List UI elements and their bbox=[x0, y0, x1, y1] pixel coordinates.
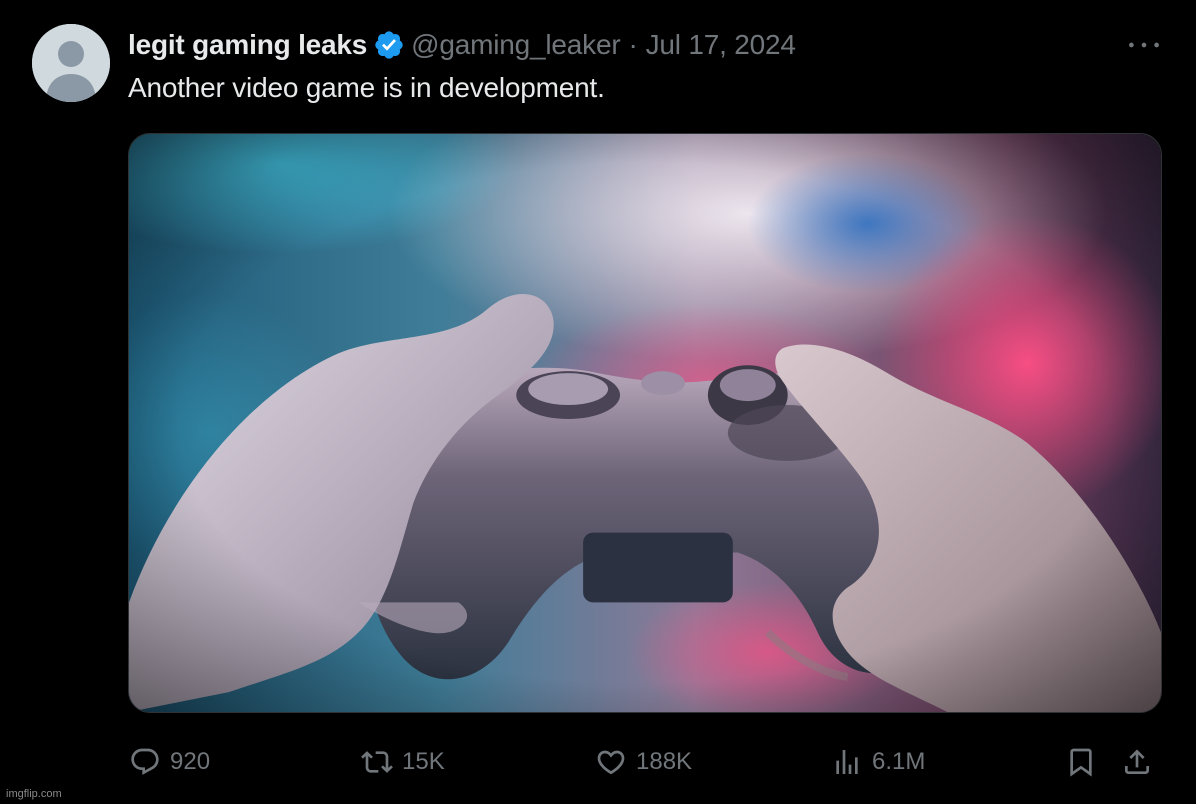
controller-photo bbox=[129, 134, 1161, 712]
like-count: 188K bbox=[636, 748, 693, 775]
default-avatar-icon bbox=[32, 24, 110, 102]
views-button[interactable]: 6.1M bbox=[830, 740, 925, 784]
separator-dot: · bbox=[628, 29, 638, 60]
tweet-media[interactable] bbox=[128, 133, 1162, 713]
bookmark-icon bbox=[1064, 745, 1098, 779]
reply-button[interactable]: 920 bbox=[128, 740, 210, 784]
tweet-date[interactable]: Jul 17, 2024 bbox=[646, 29, 796, 61]
action-bar: 920 15K 188K 6.1M bbox=[128, 740, 1168, 784]
tweet-header: legit gaming leaks @gaming_leaker · Jul … bbox=[128, 27, 796, 63]
reply-icon bbox=[128, 745, 162, 779]
author-handle[interactable]: @gaming_leaker bbox=[411, 29, 620, 61]
retweet-count: 15K bbox=[402, 748, 445, 775]
share-button[interactable] bbox=[1120, 740, 1154, 784]
views-count: 6.1M bbox=[872, 748, 926, 775]
more-icon bbox=[1129, 42, 1159, 48]
author-name[interactable]: legit gaming leaks bbox=[128, 29, 367, 61]
avatar[interactable] bbox=[32, 24, 110, 102]
retweet-button[interactable]: 15K bbox=[360, 740, 445, 784]
reply-count: 920 bbox=[170, 748, 211, 775]
bookmark-button[interactable] bbox=[1064, 740, 1098, 784]
imgflip-watermark: imgflip.com bbox=[6, 788, 62, 800]
heart-icon bbox=[594, 745, 628, 779]
share-icon bbox=[1120, 745, 1154, 779]
verified-badge-icon[interactable] bbox=[373, 29, 405, 61]
like-button[interactable]: 188K bbox=[594, 740, 692, 784]
views-icon bbox=[830, 745, 864, 779]
tweet-text: Another video game is in development. bbox=[128, 72, 605, 103]
more-button[interactable] bbox=[1124, 32, 1164, 58]
retweet-icon bbox=[360, 745, 394, 779]
